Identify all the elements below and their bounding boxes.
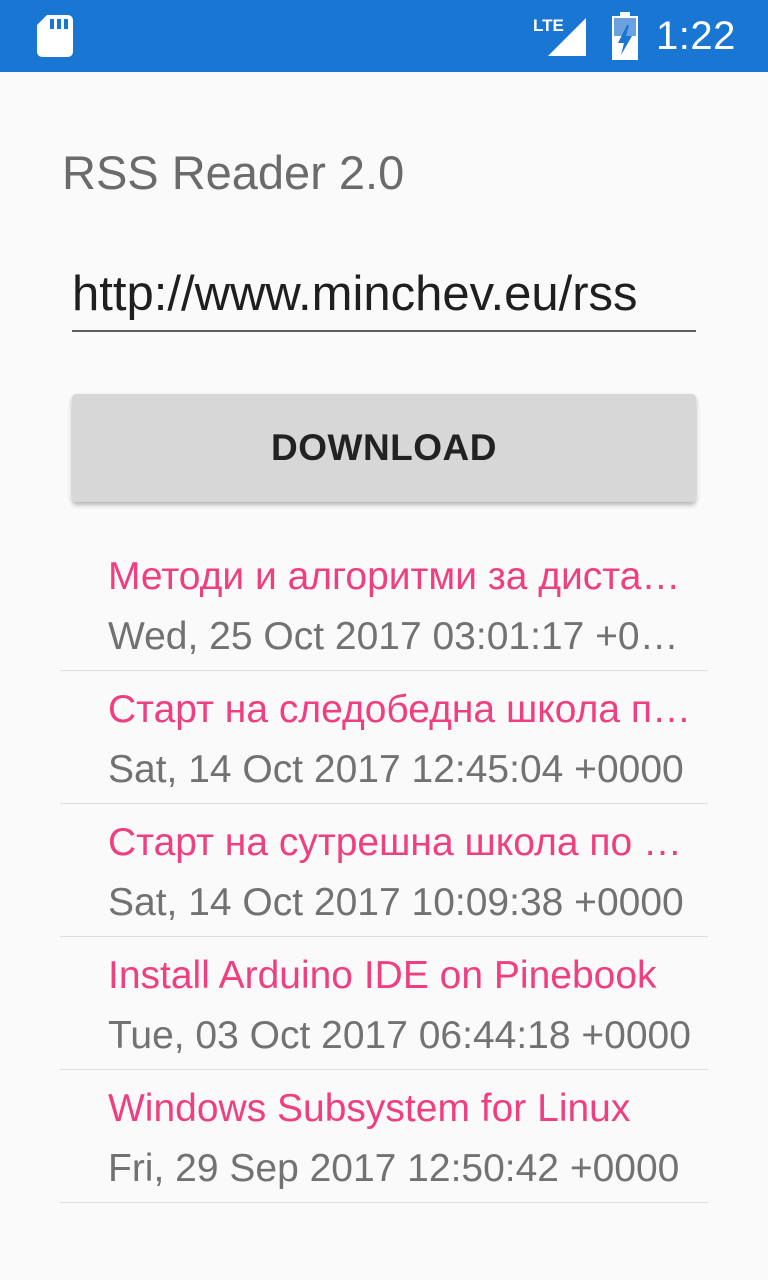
feed-item-title: Install Arduino IDE on Pinebook <box>108 954 657 997</box>
lte-signal-icon: LTE <box>533 16 586 56</box>
feed-item[interactable]: Старт на следобедна школа по програмиран… <box>60 671 708 804</box>
feed-item[interactable]: Windows Subsystem for Linux Fri, 29 Sep … <box>60 1070 708 1203</box>
status-clock: 1:22 <box>656 14 736 58</box>
feed-item-title: Старт на сутрешна школа по програмиране <box>108 821 700 864</box>
app-title: RSS Reader 2.0 <box>62 146 405 199</box>
feed-item-title: Windows Subsystem for Linux <box>108 1087 631 1130</box>
feed-item-date: Tue, 03 Oct 2017 06:44:18 +0000 <box>108 1014 691 1057</box>
feed-list: Методи и алгоритми за дистанционно обуче… <box>60 538 708 1203</box>
sd-card-icon <box>37 15 73 57</box>
feed-item-date: Sat, 14 Oct 2017 10:09:38 +0000 <box>108 881 684 924</box>
feed-item-date: Fri, 29 Sep 2017 12:50:42 +0000 <box>108 1147 680 1190</box>
network-type-label: LTE <box>533 16 564 35</box>
feed-item-date: Sat, 14 Oct 2017 12:45:04 +0000 <box>108 748 684 791</box>
feed-item[interactable]: Методи и алгоритми за дистанционно обуче… <box>60 538 708 671</box>
feed-item[interactable]: Install Arduino IDE on Pinebook Tue, 03 … <box>60 937 708 1070</box>
download-button[interactable]: DOWNLOAD <box>72 394 696 502</box>
feed-item-title: Методи и алгоритми за дистанционно обуче… <box>108 555 700 598</box>
feed-item-date: Wed, 25 Oct 2017 03:01:17 +0000 <box>108 615 700 658</box>
feed-item[interactable]: Старт на сутрешна школа по програмиране … <box>60 804 708 937</box>
battery-charging-icon <box>612 12 638 60</box>
rss-url-input[interactable] <box>72 258 696 332</box>
status-bar: LTE 1:22 <box>0 0 768 72</box>
feed-item-title: Старт на следобедна школа по програмиран… <box>108 688 700 731</box>
